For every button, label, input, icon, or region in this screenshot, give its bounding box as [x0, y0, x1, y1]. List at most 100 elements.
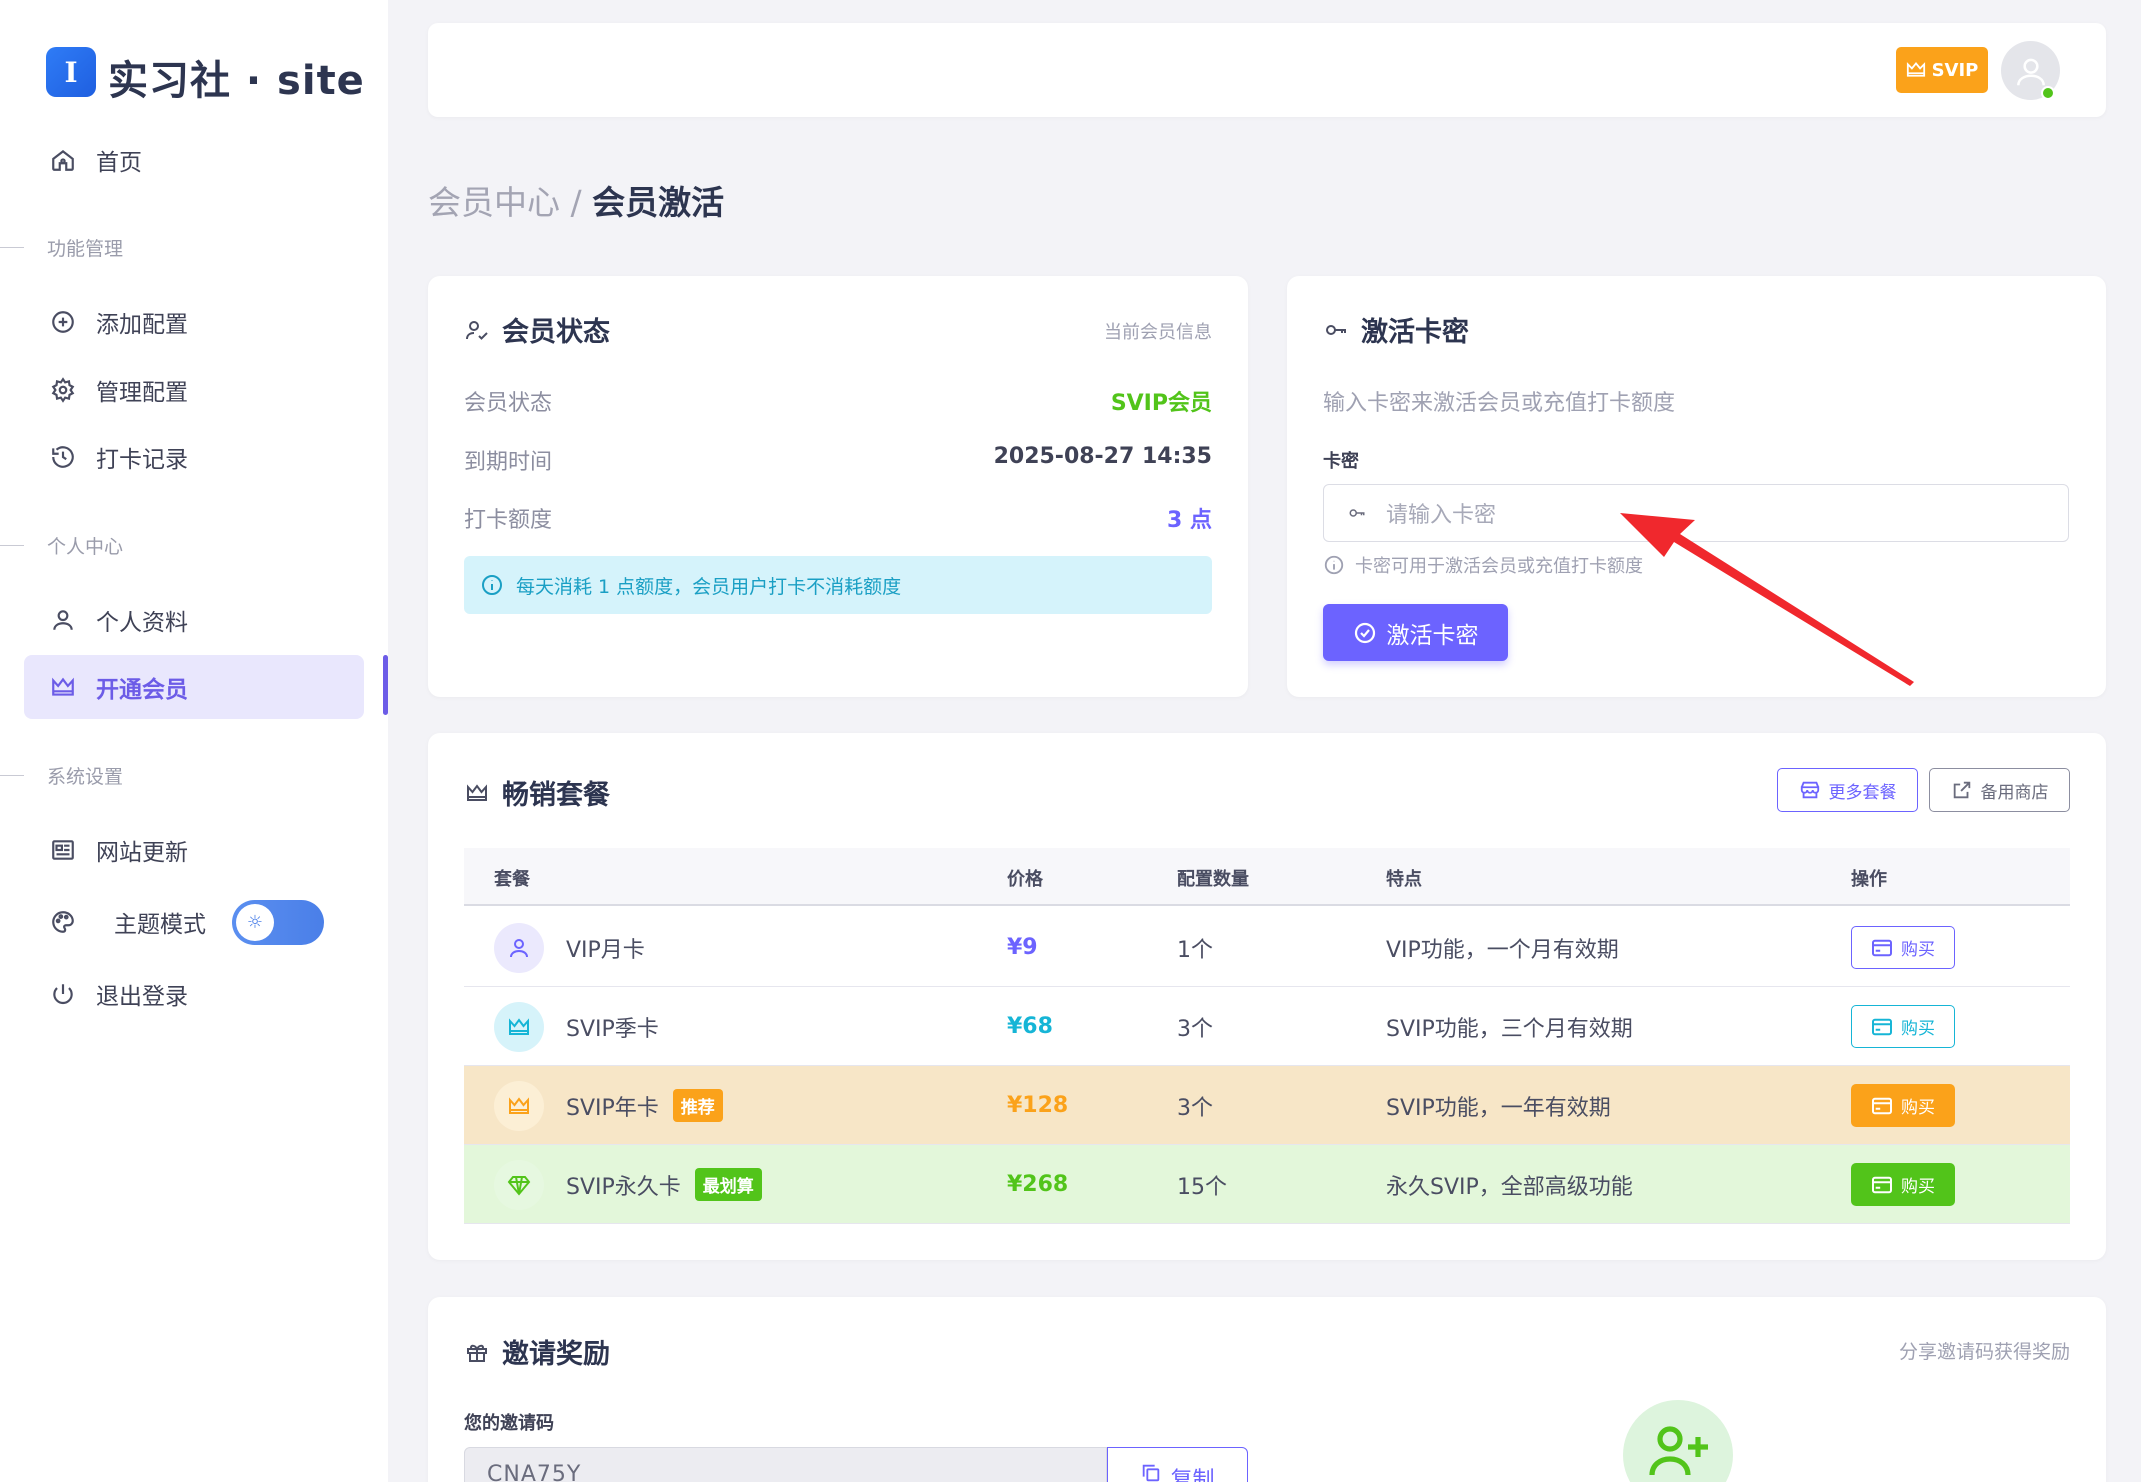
sidebar-item-home[interactable]: 首页 [24, 128, 364, 192]
sidebar [0, 0, 388, 1482]
store-icon [1800, 781, 1819, 799]
plan-feature: SVIP功能，三个月有效期 [1386, 1016, 1633, 1042]
sidebar-item-membership[interactable]: 开通会员 [24, 655, 364, 719]
nav-section-personal: 个人中心 [0, 530, 123, 560]
header-price: 价格 [1007, 869, 1043, 890]
plan-name: SVIP永久卡 [566, 1174, 681, 1200]
plan-count: 1个 [1177, 937, 1213, 963]
sidebar-item-label: 管理配置 [96, 380, 188, 406]
invite-code-field[interactable]: CNA75Y [464, 1447, 1107, 1482]
user-icon [2016, 58, 2045, 85]
home-icon [48, 145, 78, 175]
palette-icon [48, 907, 78, 937]
info-icon [1324, 555, 1344, 575]
plan-feature: 永久SVIP，全部高级功能 [1386, 1174, 1633, 1200]
online-status-dot [2041, 86, 2055, 100]
user-icon [494, 922, 544, 973]
newspaper-icon [48, 835, 78, 865]
sidebar-item-label: 退出登录 [96, 984, 188, 1010]
plan-price: ¥268 [1007, 1172, 1069, 1197]
sidebar-item-label: 首页 [96, 150, 142, 176]
diamond-icon [494, 1159, 544, 1210]
plan-name: SVIP年卡 [566, 1095, 659, 1121]
member-status-subtitle: 当前会员信息 [1104, 322, 1212, 343]
sidebar-item-label: 主题模式 [114, 912, 206, 938]
annotation-arrow [1620, 513, 1914, 686]
sidebar-item-manage-config[interactable]: 管理配置 [24, 358, 364, 422]
page-title: 会员激活 [592, 183, 725, 222]
crown-icon [467, 783, 487, 801]
header-action: 操作 [1851, 869, 1887, 890]
card-key-hint: 卡密可用于激活会员或充值打卡额度 [1323, 552, 1643, 578]
member-status-title: 会员状态 [464, 310, 610, 349]
gift-icon [467, 1344, 487, 1362]
backup-store-button[interactable]: 备用商店 [1929, 768, 2070, 812]
credit-card-icon [1872, 1097, 1892, 1114]
sidebar-item-site-update[interactable]: 网站更新 [24, 818, 364, 882]
plan-name-cell: SVIP年卡 推荐 [494, 1066, 723, 1145]
plan-feature: SVIP功能，一年有效期 [1386, 1095, 1611, 1121]
activate-button[interactable]: 激活卡密 [1323, 604, 1508, 661]
quota-notice: 每天消耗 1 点额度，会员用户打卡不消耗额度 [464, 556, 1212, 614]
plans-table-header: 套餐 价格 配置数量 特点 操作 [464, 848, 2070, 906]
gear-icon [48, 375, 78, 405]
key-icon [1326, 324, 1346, 335]
top-bar [428, 23, 2106, 117]
nav-section-func: 功能管理 [0, 232, 123, 262]
card-key-placeholder: 请输入卡密 [1386, 503, 1497, 528]
invite-code-label: 您的邀请码 [464, 1413, 554, 1434]
plan-tag: 推荐 [672, 1089, 723, 1122]
table-row: VIP月卡 ¥9 1个 VIP功能，一个月有效期 购买 [464, 908, 2070, 987]
plan-name-cell: SVIP季卡 [494, 987, 659, 1066]
plan-price: ¥9 [1007, 935, 1038, 960]
more-plans-button[interactable]: 更多套餐 [1777, 768, 1918, 812]
invite-title: 邀请奖励 [464, 1332, 610, 1371]
crown-icon [1906, 62, 1925, 77]
sidebar-item-add-config[interactable]: 添加配置 [24, 290, 364, 354]
plan-count: 15个 [1177, 1174, 1227, 1200]
header-plan: 套餐 [494, 869, 530, 890]
quota-value: 3 点 [1167, 508, 1212, 533]
buy-button[interactable]: 购买 [1851, 1163, 1955, 1206]
copy-icon [1143, 1464, 1160, 1482]
info-icon [482, 575, 502, 595]
plan-tag: 最划算 [694, 1168, 762, 1201]
plan-feature: VIP功能，一个月有效期 [1386, 937, 1619, 963]
plus-circle-icon [48, 307, 78, 337]
buy-button[interactable]: 购买 [1851, 926, 1955, 969]
buy-button[interactable]: 购买 [1851, 1084, 1955, 1127]
check-circle-icon [1354, 622, 1375, 643]
plan-count: 3个 [1177, 1016, 1213, 1042]
sidebar-item-logout[interactable]: 退出登录 [24, 962, 364, 1026]
svip-badge[interactable]: SVIP [1896, 47, 1988, 93]
sidebar-item-label: 网站更新 [96, 840, 188, 866]
invite-subtitle: 分享邀请码获得奖励 [1898, 1341, 2070, 1363]
header-feature: 特点 [1386, 869, 1422, 890]
copy-button[interactable]: 复制 [1107, 1447, 1248, 1482]
brand-name: 实习社 · site [108, 58, 365, 104]
crown-icon [48, 672, 78, 702]
crown-icon [494, 1080, 544, 1131]
quota-label: 打卡额度 [464, 508, 553, 533]
table-row: SVIP季卡 ¥68 3个 SVIP功能，三个月有效期 购买 [464, 987, 2070, 1066]
breadcrumb: 会员中心 / 会员激活 [428, 183, 725, 222]
expiry-label: 到期时间 [464, 450, 553, 475]
sidebar-item-label: 个人资料 [96, 610, 188, 636]
breadcrumb-parent[interactable]: 会员中心 [428, 183, 560, 222]
plan-name: SVIP季卡 [566, 1016, 659, 1042]
buy-button[interactable]: 购买 [1851, 1005, 1955, 1048]
power-icon [48, 979, 78, 1009]
active-indicator [383, 655, 388, 715]
sidebar-item-checkin-log[interactable]: 打卡记录 [24, 425, 364, 489]
user-check-icon [466, 320, 488, 340]
activate-description: 输入卡密来激活会员或充值打卡额度 [1323, 391, 1676, 416]
credit-card-icon [1872, 939, 1892, 956]
plan-price: ¥68 [1007, 1014, 1053, 1039]
plan-price: ¥128 [1007, 1093, 1069, 1118]
expiry-value: 2025-08-27 14:35 [993, 444, 1212, 469]
credit-card-icon [1872, 1018, 1892, 1035]
plan-name-cell: VIP月卡 [494, 908, 645, 987]
plan-name-cell: SVIP永久卡 最划算 [494, 1145, 762, 1224]
history-icon [48, 442, 78, 472]
sidebar-item-profile[interactable]: 个人资料 [24, 588, 364, 652]
